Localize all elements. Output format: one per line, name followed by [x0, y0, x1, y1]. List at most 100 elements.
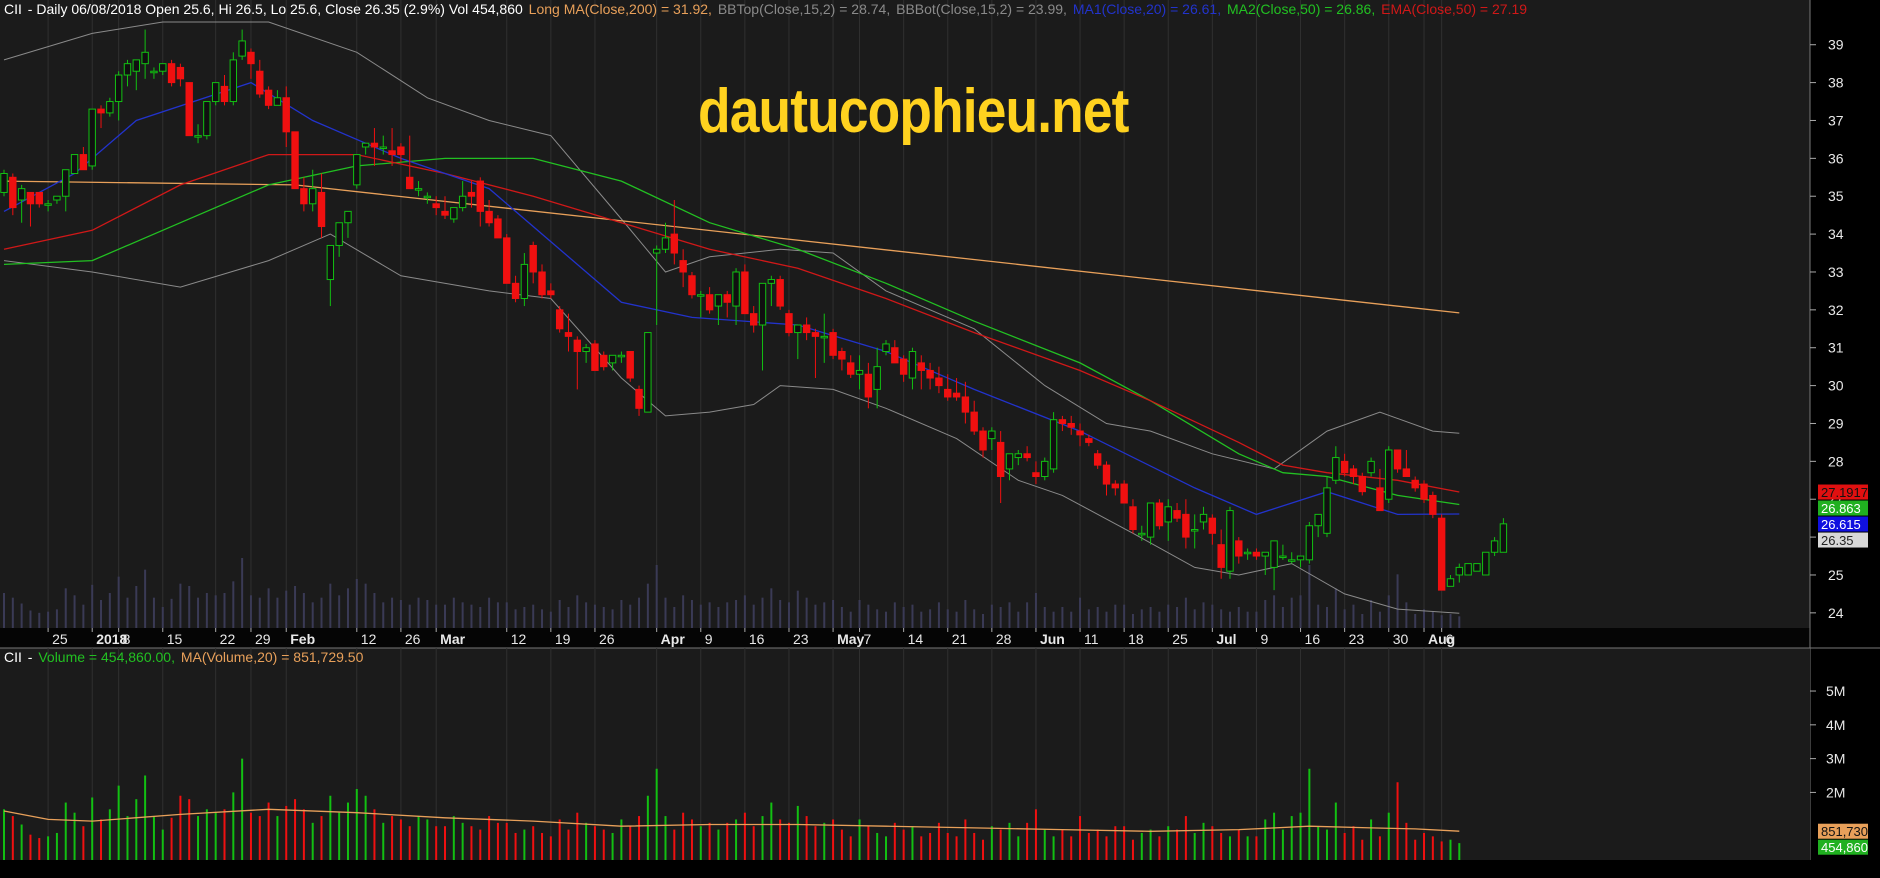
candle-down — [555, 309, 564, 330]
candle-up — [1041, 460, 1049, 478]
candle-up — [53, 195, 61, 201]
x-tick-label: Jun — [1040, 631, 1065, 647]
candle-up — [326, 244, 335, 281]
candle-up — [17, 188, 26, 201]
candle-up — [1226, 510, 1234, 572]
candle-down — [538, 271, 546, 296]
candle-up — [132, 59, 141, 72]
candle-up — [1243, 551, 1252, 555]
candle-down — [1067, 422, 1075, 428]
candle-down — [1032, 472, 1040, 477]
candle-down — [397, 146, 405, 156]
price-legend: CII - Daily 06/08/2018 Open 25.6, Hi 26.… — [4, 1, 1529, 17]
candle-down — [1429, 494, 1437, 515]
candle-down — [979, 430, 987, 451]
candle-down — [406, 176, 414, 190]
candle-up — [1288, 559, 1296, 562]
candle-up — [1138, 532, 1146, 536]
candle-up — [194, 135, 202, 138]
candle-down — [291, 131, 299, 190]
y-tick-label: 34 — [1828, 226, 1844, 242]
x-tick-label: 14 — [908, 631, 924, 647]
candle-up — [450, 207, 458, 220]
candle-up — [0, 173, 8, 193]
candle-down — [802, 324, 811, 334]
candle-down — [300, 188, 308, 205]
price-tag: 26.35 — [1821, 533, 1854, 548]
candle-up — [273, 97, 282, 106]
x-tick-label: May — [837, 631, 864, 647]
candle-up — [714, 294, 723, 307]
x-tick-label: 12 — [361, 631, 377, 647]
candle-down — [750, 313, 758, 326]
candle-down — [167, 63, 176, 84]
candle-down — [1208, 517, 1217, 534]
candle-up — [1464, 563, 1472, 576]
volume-panel[interactable]: 2M 3M 4M 5M 851,730454,860 — [0, 647, 1880, 860]
candle-down — [688, 275, 696, 296]
candle-up — [1279, 555, 1287, 559]
x-tick-label: 15 — [167, 631, 183, 647]
candle-down — [864, 373, 873, 398]
candle-down — [1349, 468, 1358, 477]
x-tick-label: 26 — [599, 631, 615, 647]
candle-down — [785, 313, 793, 334]
candle-down — [9, 176, 17, 209]
x-tick-label: 8 — [123, 631, 131, 647]
candle-down — [635, 388, 643, 409]
candle-up — [1455, 566, 1463, 576]
x-tick-label: 11 — [1084, 631, 1099, 647]
candle-up — [1332, 457, 1340, 481]
candle-down — [626, 351, 634, 379]
candle-down — [847, 362, 855, 375]
candle-down — [1252, 551, 1261, 557]
price-tag: 26.615 — [1821, 517, 1861, 532]
candle-down — [776, 279, 784, 307]
x-tick-label: 25 — [52, 631, 68, 647]
volume-sep: - — [23, 649, 37, 665]
candle-down — [838, 351, 846, 360]
x-tick-label: 16 — [1305, 631, 1321, 647]
legend-volume: Volume = 454,860.00, — [38, 649, 175, 665]
candle-up — [379, 146, 387, 149]
candle-up — [62, 169, 70, 197]
x-tick-label: 16 — [749, 631, 765, 647]
candle-up — [458, 195, 467, 209]
candle-down — [1217, 544, 1225, 568]
candle-up — [1490, 540, 1499, 553]
candle-down — [370, 142, 379, 148]
y-tick-label: 35 — [1828, 188, 1844, 204]
candle-down — [891, 347, 899, 364]
candle-up — [1314, 513, 1322, 527]
candle-down — [899, 358, 908, 375]
candle-down — [388, 150, 396, 156]
candle-down — [970, 411, 978, 432]
x-tick-label: 7 — [864, 631, 872, 647]
legend-ema: EMA(Close,50) = 27.19 — [1381, 1, 1528, 17]
candle-up — [229, 59, 238, 103]
candle-up — [661, 237, 670, 250]
candle-down — [1111, 483, 1120, 489]
x-tick-label: 22 — [220, 631, 236, 647]
volume-plot-area — [0, 648, 1810, 860]
x-tick-label: 12 — [511, 631, 527, 647]
volume-y-tick-label: 2M — [1826, 784, 1845, 800]
candle-up — [1385, 449, 1393, 500]
candle-up — [344, 210, 352, 224]
legend-long-ma: Long MA(Close,200) = 31.92, — [528, 1, 712, 17]
x-tick-label: Mar — [440, 631, 465, 647]
candle-up — [1296, 555, 1305, 561]
candle-down — [485, 210, 493, 224]
candle-down — [1058, 419, 1067, 424]
candle-down — [1402, 468, 1411, 477]
candle-down — [247, 51, 255, 65]
x-tick-label: 29 — [255, 631, 271, 647]
candle-down — [1023, 453, 1031, 459]
candle-down — [220, 85, 229, 103]
y-tick-label: 38 — [1828, 75, 1844, 91]
candle-down — [176, 66, 185, 80]
candle-down — [944, 388, 952, 398]
candle-down — [723, 294, 731, 303]
y-tick-label: 29 — [1828, 415, 1844, 431]
candle-down — [97, 108, 105, 114]
